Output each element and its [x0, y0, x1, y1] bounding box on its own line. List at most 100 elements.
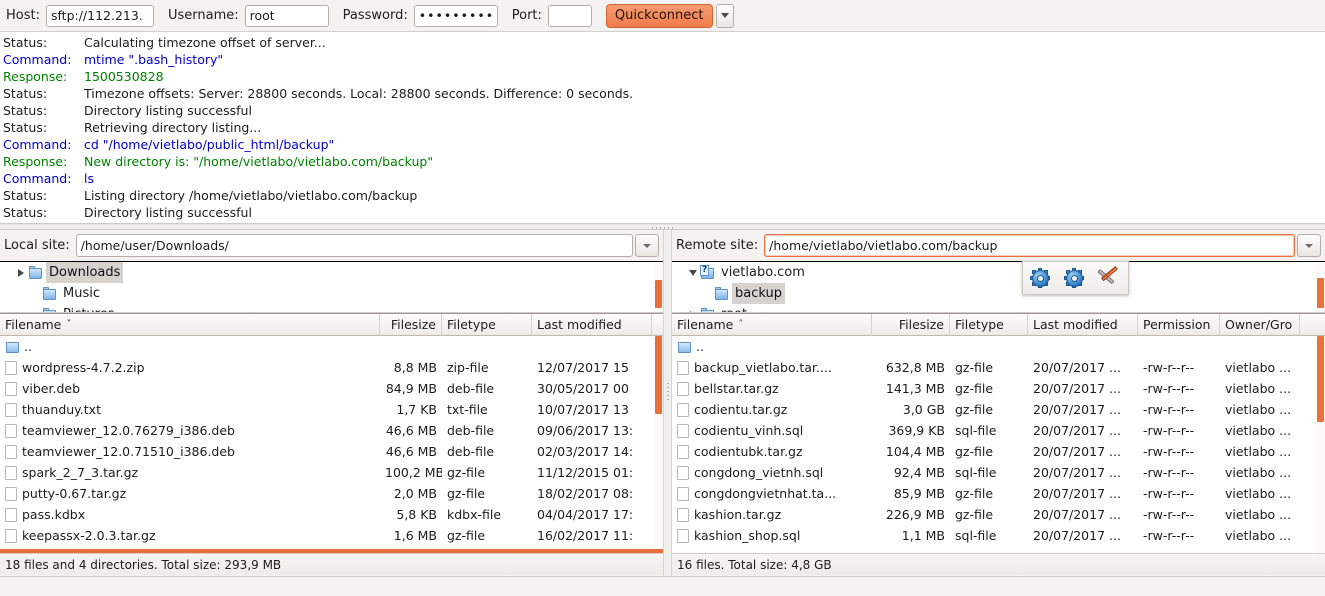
scrollbar-thumb[interactable] — [655, 280, 662, 308]
cell-size: 3,0 GB — [902, 402, 945, 417]
folder-icon — [714, 286, 729, 301]
cell-type: gz-file — [955, 360, 994, 375]
local-file-rows[interactable]: .. wordpress-4.7.2.zip 8,8 MB zip-file 12/07… — [0, 336, 663, 549]
password-input[interactable] — [413, 4, 498, 27]
quickconnect-button[interactable]: Quickconnect — [605, 3, 713, 28]
scrollbar-thumb[interactable] — [655, 336, 662, 414]
message-log[interactable]: Status: Calculating timezone offset of se… — [0, 32, 1325, 224]
file-row[interactable]: viber.deb 84,9 MB deb-file 30/05/2017 00 — [0, 378, 663, 399]
column-header-filetype[interactable]: Filetype — [442, 313, 532, 336]
cell-size: 369,9 KB — [888, 423, 945, 438]
cell-type: sql-file — [955, 423, 997, 438]
cell-size: 84,9 MB — [385, 381, 437, 396]
tree-item[interactable]: Downloads — [0, 262, 663, 283]
tree-item[interactable]: Music — [0, 283, 663, 304]
expander-collapsed-icon[interactable] — [14, 268, 28, 277]
remote-file-rows[interactable]: .. backup_vietlabo.tar.... 632,8 MB gz-file… — [672, 336, 1325, 553]
file-row[interactable]: pass.kdbx 5,8 KB kdbx-file 04/04/2017 17: — [0, 504, 663, 525]
file-row[interactable]: bellstar.tar.gz 141,3 MB gz-file 20/07/2017… — [672, 378, 1325, 399]
file-row[interactable]: keepassx-2.0.3.tar.gz 1,6 MB gz-file 16/02/… — [0, 525, 663, 546]
scrollbar-thumb[interactable] — [1317, 278, 1324, 308]
file-icon — [677, 507, 689, 522]
local-site-input[interactable] — [75, 234, 633, 257]
file-row[interactable]: congdongvietnhat.ta... 85,9 MB gz-file 20/0… — [672, 483, 1325, 504]
file-row[interactable]: wordpress-4.7.2.zip 8,8 MB zip-file 12/07/2… — [0, 357, 663, 378]
file-icon — [5, 423, 17, 438]
local-list-scrollbar[interactable] — [654, 336, 663, 549]
remote-directory-tree[interactable]: vietlabo.com backuproot — [672, 261, 1325, 313]
file-name-label: .. — [24, 339, 32, 354]
tree-item[interactable]: vietlabo.com — [672, 262, 1325, 283]
host-input[interactable] — [45, 4, 154, 27]
cell-size: 92,4 MB — [893, 465, 945, 480]
column-header-last-modified[interactable]: Last modified — [1028, 313, 1138, 336]
username-input[interactable] — [244, 4, 329, 27]
log-entry-message: mtime ".bash_history" — [84, 52, 224, 67]
tree-item[interactable]: backup — [672, 283, 1325, 304]
cell-name: codientubk.tar.gz — [672, 441, 872, 462]
gear-icon[interactable] — [1064, 267, 1085, 289]
file-row[interactable]: putty-0.67.tar.gz 2,0 MB gz-file 18/02/2017… — [0, 483, 663, 504]
file-row[interactable]: backup_vietlabo.tar.... 632,8 MB gz-file 20… — [672, 357, 1325, 378]
remote-site-dropdown-button[interactable] — [1297, 234, 1321, 257]
file-row[interactable]: kashion_shop.sql 1,1 MB sql-file 20/07/2017… — [672, 525, 1325, 546]
file-row[interactable]: congdong_vietnh.sql 92,4 MB sql-file 20/07/… — [672, 462, 1325, 483]
file-row[interactable]: kashion.tar.gz 226,9 MB gz-file 20/07/2017 … — [672, 504, 1325, 525]
file-row[interactable]: codientubk.tar.gz 104,4 MB gz-file 20/07/20… — [672, 441, 1325, 462]
cell-name: teamviewer_12.0.76279_i386.deb — [0, 420, 380, 441]
chevron-down-icon — [720, 13, 729, 18]
vertical-splitter[interactable] — [663, 230, 672, 553]
unknown-folder-icon — [700, 264, 715, 280]
tools-icon[interactable] — [1097, 265, 1121, 288]
local-site-dropdown-button[interactable] — [635, 234, 659, 257]
cell-name: wordpress-4.7.2.zip — [0, 357, 380, 378]
remote-column-headers[interactable]: Filename ˄ Filesize Filetype Last modified Pe… — [672, 313, 1325, 336]
file-row[interactable]: codientu.tar.gz 3,0 GB gz-file 20/07/2017 .… — [672, 399, 1325, 420]
local-tree-scrollbar[interactable] — [654, 262, 663, 312]
log-entry-type: Status: — [3, 120, 48, 135]
file-row[interactable]: thuanduy.txt 1,7 KB txt-file 10/07/2017 13 — [0, 399, 663, 420]
gear-icon[interactable] — [1029, 267, 1051, 289]
column-header-filesize[interactable]: Filesize — [380, 313, 442, 336]
file-row[interactable]: .. — [672, 336, 1325, 357]
log-entry-message: ls — [84, 171, 94, 186]
column-header-last-modified[interactable]: Last modified — [532, 313, 652, 336]
column-header-filename[interactable]: Filename ˄ — [672, 313, 872, 336]
cell-size: 632,8 MB — [885, 360, 945, 375]
file-row[interactable]: .. — [0, 336, 663, 357]
remote-list-scrollbar[interactable] — [1316, 336, 1325, 553]
expander-expanded-icon[interactable] — [686, 269, 700, 276]
file-row[interactable]: teamviewer_12.0.76279_i386.deb 46,6 MB deb… — [0, 420, 663, 441]
transfer-queue-pane[interactable] — [0, 576, 1325, 596]
local-column-headers[interactable]: Filename ˅ Filesize Filetype Last modified — [0, 313, 663, 336]
local-directory-tree[interactable]: Downloads Music Pictures — [0, 261, 663, 313]
file-row[interactable]: spark_2_7_3.tar.gz 100,2 MB gz-file 11/12/2… — [0, 462, 663, 483]
log-entry-message: Calculating timezone offset of server... — [84, 35, 326, 50]
tree-item[interactable]: Pictures — [0, 304, 663, 312]
file-icon — [677, 402, 689, 417]
column-header-filesize[interactable]: Filesize — [872, 313, 950, 336]
cell-modified: 09/06/2017 13: — [537, 423, 634, 438]
file-icon — [5, 381, 17, 396]
cell-modified: 12/07/2017 15 — [537, 360, 629, 375]
tree-item[interactable]: root — [672, 304, 1325, 312]
port-input[interactable] — [547, 4, 592, 27]
file-name-label: kashion_shop.sql — [694, 528, 801, 543]
quickconnect-dropdown-button[interactable] — [715, 3, 734, 28]
column-header-permission[interactable]: Permission — [1138, 313, 1220, 336]
column-header-filetype[interactable]: Filetype — [950, 313, 1028, 336]
tree-item-label: root — [718, 304, 750, 312]
cell-perm: -rw-r--r-- — [1143, 486, 1195, 501]
column-header-owner-gro[interactable]: Owner/Gro — [1220, 313, 1300, 336]
quickconnect-bar: Host: Username: Password: Port: Quickcon… — [0, 0, 1325, 32]
cell-modified: 30/05/2017 00 — [537, 381, 629, 396]
file-row[interactable]: teamviewer_12.0.71510_i386.deb 46,6 MB deb… — [0, 441, 663, 462]
remote-site-input[interactable] — [764, 234, 1295, 257]
remote-tree-scrollbar[interactable] — [1316, 262, 1325, 312]
parent-dir-icon — [677, 340, 692, 354]
column-header-filename[interactable]: Filename ˅ — [0, 313, 380, 336]
file-row[interactable]: codientu_vinh.sql 369,9 KB sql-file 20/07/2… — [672, 420, 1325, 441]
file-name-label: codientu_vinh.sql — [694, 423, 804, 438]
log-entry: Status: Directory listing successful — [0, 204, 1325, 221]
scrollbar-thumb[interactable] — [1317, 336, 1324, 422]
